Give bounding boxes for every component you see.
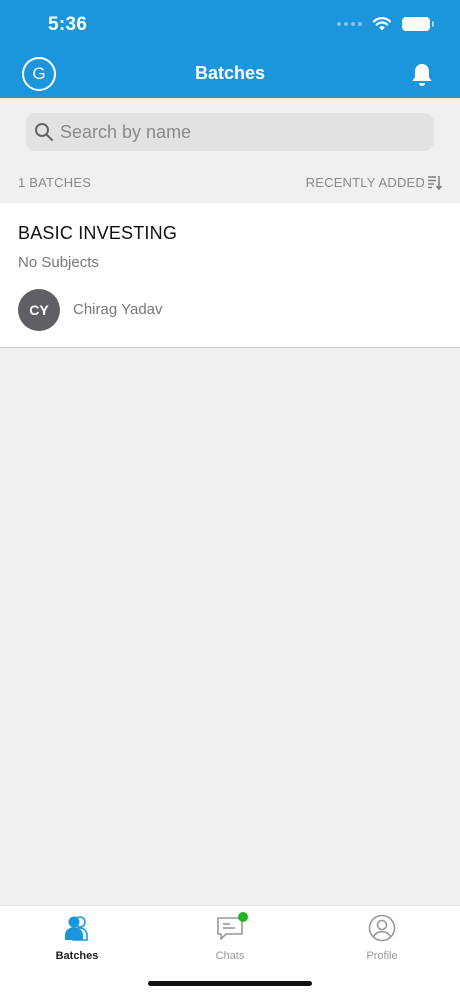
batch-count: 1 BATCHES	[18, 174, 92, 190]
profile-icon	[368, 914, 396, 942]
batch-title: BASIC INVESTING	[18, 223, 178, 243]
tab-batches[interactable]: Batches	[17, 914, 137, 962]
home-indicator	[148, 981, 312, 986]
battery-icon	[402, 16, 434, 31]
status-icons	[337, 16, 434, 31]
tab-label-profile: Profile	[366, 950, 398, 962]
owner-name: Chirag Yadav	[73, 301, 163, 318]
signal-icon	[337, 21, 362, 26]
notification-bell-icon[interactable]	[410, 62, 434, 88]
sort-icon	[428, 175, 442, 190]
search-bar[interactable]	[26, 113, 434, 151]
list-meta-row: 1 BATCHES RECENTLY ADDED	[18, 173, 442, 191]
sort-button[interactable]: RECENTLY ADDED	[306, 175, 442, 190]
chat-badge-dot	[238, 912, 248, 922]
tab-label-batches: Batches	[55, 950, 99, 962]
batches-icon	[65, 916, 88, 941]
page-title: Batches	[194, 63, 266, 83]
screen: 5:36 G Batches 1 BATCHES REC	[0, 0, 460, 995]
search-icon	[35, 123, 53, 141]
tab-bar: Batches Chats Profile	[0, 905, 460, 995]
tab-chats[interactable]: Chats	[170, 912, 290, 962]
chat-icon-wrap	[216, 912, 248, 942]
search-input[interactable]	[60, 121, 420, 143]
owner-avatar: CY	[18, 289, 60, 331]
sort-label: RECENTLY ADDED	[305, 174, 425, 190]
tab-label-chats: Chats	[215, 950, 245, 962]
batch-subjects: No Subjects	[18, 254, 99, 271]
wifi-icon	[372, 17, 392, 31]
status-time: 5:36	[48, 14, 88, 35]
app-header: 5:36 G Batches	[0, 0, 460, 98]
tab-profile[interactable]: Profile	[322, 914, 442, 962]
batch-card[interactable]: BASIC INVESTING No Subjects CY Chirag Ya…	[0, 203, 460, 348]
